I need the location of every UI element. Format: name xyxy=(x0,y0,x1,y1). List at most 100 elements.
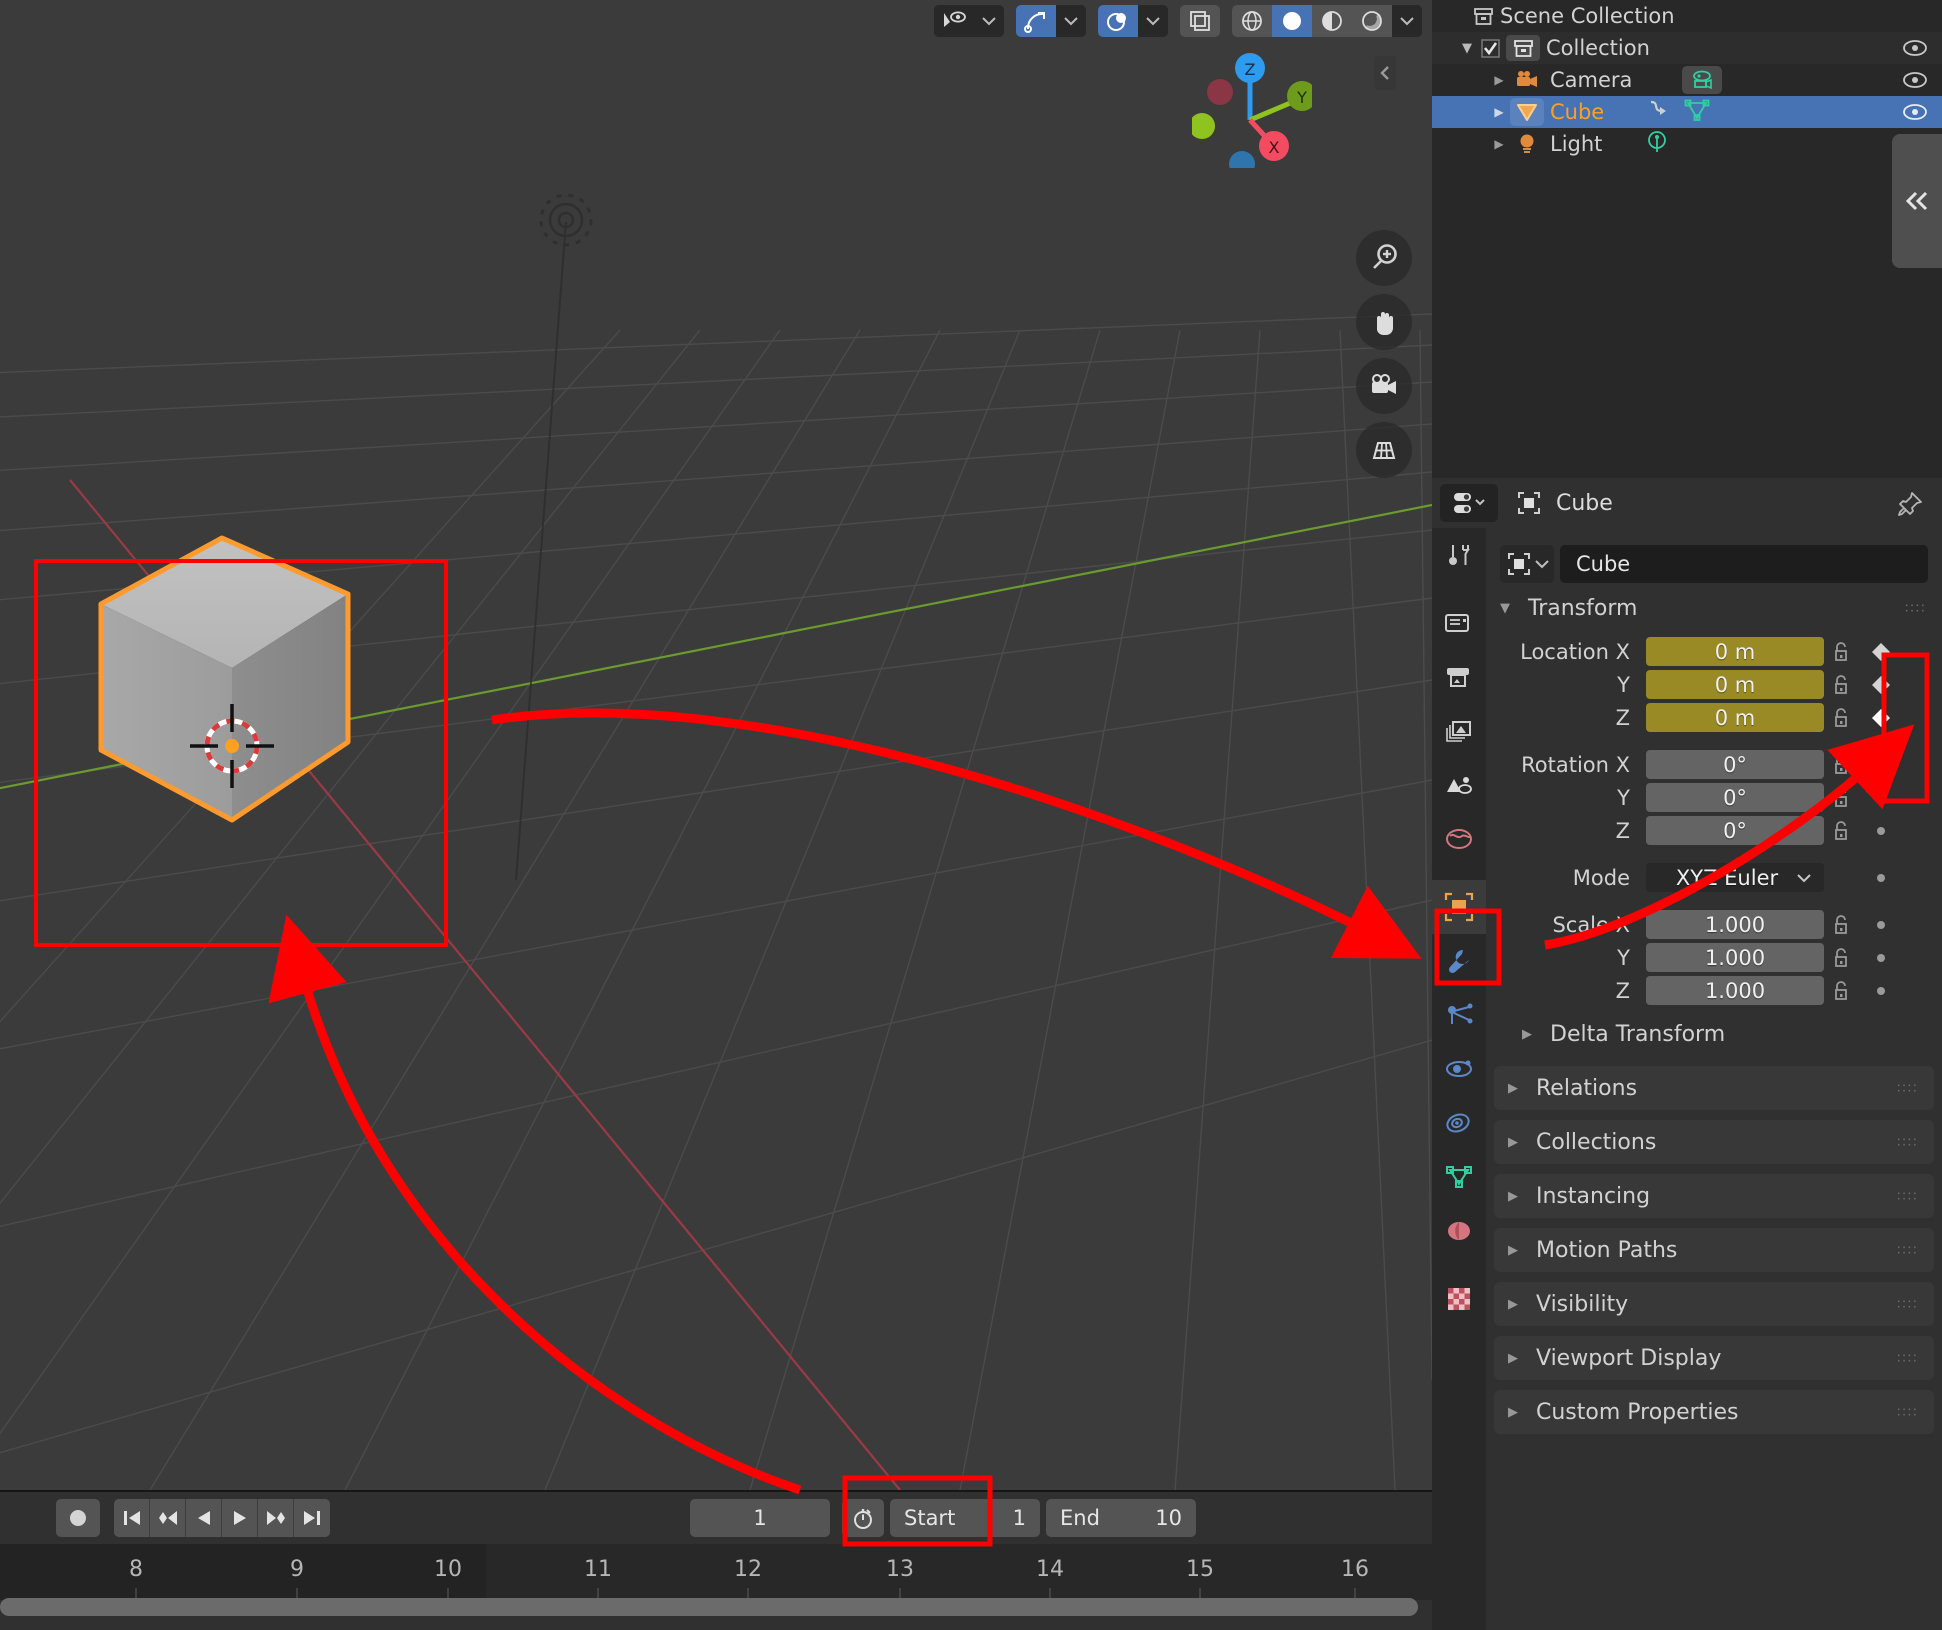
material-tab[interactable] xyxy=(1432,1204,1486,1258)
disclosure-triangle-icon[interactable]: ▶ xyxy=(1488,105,1510,119)
shading-wireframe-icon[interactable] xyxy=(1232,5,1272,37)
panel-header-transform[interactable]: ▼ Transform :::: xyxy=(1486,586,1942,630)
playback-transport[interactable] xyxy=(114,1499,330,1537)
lock-open-icon[interactable] xyxy=(1824,820,1860,842)
viewport-sidebar-toggle[interactable] xyxy=(1374,56,1396,90)
panel-header-collections[interactable]: ▶ Collections :::: xyxy=(1494,1120,1934,1164)
field-value-rotation-y[interactable]: 0° xyxy=(1646,783,1824,812)
field-row-scale-z[interactable]: Z 1.000 xyxy=(1486,975,1942,1006)
field-row-rotation-x[interactable]: Rotation X 0° xyxy=(1486,749,1942,780)
disclosure-triangle-icon[interactable]: ▶ xyxy=(1508,1243,1526,1258)
scene-tab[interactable] xyxy=(1432,758,1486,812)
outliner-row-camera[interactable]: ▶ Camera xyxy=(1432,64,1942,96)
visibility-group[interactable] xyxy=(934,5,1004,37)
output-tab[interactable] xyxy=(1432,650,1486,704)
disclosure-triangle-icon[interactable]: ▶ xyxy=(1508,1351,1526,1366)
jump-to-end-icon[interactable] xyxy=(294,1499,330,1537)
mesh-data-icon[interactable] xyxy=(1684,99,1710,126)
field-row-location-x[interactable]: Location X 0 m xyxy=(1486,636,1942,667)
pin-icon[interactable] xyxy=(1896,490,1924,522)
object-visibility-icon[interactable] xyxy=(934,5,974,37)
keyframe-diamond-icon[interactable] xyxy=(1860,641,1902,663)
keyframe-dot-icon[interactable] xyxy=(1860,791,1902,805)
hand-pan-icon[interactable] xyxy=(1356,294,1412,350)
eye-icon[interactable] xyxy=(1902,64,1928,96)
timeline-scrollbar[interactable] xyxy=(0,1598,1418,1616)
disclosure-triangle-icon[interactable]: ▶ xyxy=(1508,1405,1526,1420)
outliner-row-scene-collection[interactable]: Scene Collection xyxy=(1432,0,1942,32)
panel-header-relations[interactable]: ▶ Relations :::: xyxy=(1494,1066,1934,1110)
xray-group[interactable] xyxy=(1180,5,1220,37)
modifier-icon[interactable] xyxy=(1646,99,1672,126)
editor-type-selector[interactable] xyxy=(1440,484,1498,522)
object-constraints-tab[interactable] xyxy=(1432,1096,1486,1150)
chevron-down-icon[interactable] xyxy=(1056,5,1086,37)
toggle-orthographic-icon[interactable] xyxy=(1356,422,1412,478)
timeline-ruler[interactable]: 8 9 10 11 12 13 14 15 16 xyxy=(0,1544,1432,1600)
chevron-down-icon[interactable] xyxy=(1392,5,1422,37)
world-tab[interactable] xyxy=(1432,812,1486,866)
field-row-rotation-z[interactable]: Z 0° xyxy=(1486,815,1942,846)
properties-editor[interactable]: Cube Cube ▼ Transform:::: Location X 0 … xyxy=(1432,478,1942,1630)
keyframe-diamond-icon[interactable] xyxy=(1860,674,1902,696)
object-data-tab[interactable] xyxy=(1432,1150,1486,1204)
collection-checkbox[interactable] xyxy=(1478,38,1502,58)
keyframe-diamond-icon[interactable] xyxy=(1860,707,1902,729)
lock-open-icon[interactable] xyxy=(1824,980,1860,1002)
lock-open-icon[interactable] xyxy=(1824,707,1860,729)
field-value-rotation-x[interactable]: 0° xyxy=(1646,750,1824,779)
disclosure-triangle-icon[interactable]: ▶ xyxy=(1508,1297,1526,1312)
jump-to-start-icon[interactable] xyxy=(114,1499,150,1537)
tool-tab[interactable] xyxy=(1432,528,1486,582)
lock-open-icon[interactable] xyxy=(1824,787,1860,809)
chevron-down-icon[interactable] xyxy=(1138,5,1168,37)
chevron-down-icon[interactable] xyxy=(974,5,1004,37)
outliner-row-collection[interactable]: ▼ Collection xyxy=(1432,32,1942,64)
snap-magnet-icon[interactable] xyxy=(1016,5,1056,37)
viewport-nav-tools[interactable] xyxy=(1356,230,1418,486)
3d-viewport[interactable]: Z Y X xyxy=(0,0,1432,1490)
rotation-mode-dropdown[interactable]: XYZ Euler xyxy=(1646,863,1824,892)
keyframe-dot-icon[interactable] xyxy=(1860,918,1902,932)
panel-header-motion-paths[interactable]: ▶ Motion Paths :::: xyxy=(1494,1228,1934,1272)
outliner-row-light[interactable]: ▶ Light xyxy=(1432,128,1942,160)
camera-view-icon[interactable] xyxy=(1356,358,1412,414)
panel-header-custom-properties[interactable]: ▶ Custom Properties :::: xyxy=(1494,1390,1934,1434)
properties-body[interactable]: Cube ▼ Transform :::: Location X 0 m Y 0… xyxy=(1486,528,1942,1630)
panel-header-visibility[interactable]: ▶ Visibility :::: xyxy=(1494,1282,1934,1326)
field-row-rotation-y[interactable]: Y 0° xyxy=(1486,782,1942,813)
stopwatch-icon[interactable] xyxy=(842,1499,884,1537)
panel-header-viewport-display[interactable]: ▶ Viewport Display :::: xyxy=(1494,1336,1934,1380)
disclosure-triangle-icon[interactable]: ▶ xyxy=(1508,1189,1526,1204)
viewport-header[interactable] xyxy=(0,0,1432,42)
shading-solid-icon[interactable] xyxy=(1272,5,1312,37)
frame-start-field[interactable]: Start 1 xyxy=(890,1499,1040,1537)
jump-to-next-keyframe-icon[interactable] xyxy=(258,1499,294,1537)
disclosure-triangle-icon[interactable]: ▶ xyxy=(1522,1027,1540,1042)
play-icon[interactable] xyxy=(222,1499,258,1537)
timeline-editor[interactable]: 1 Start 1 End 10 8 9 10 11 12 13 14 15 1… xyxy=(0,1490,1432,1630)
field-row-location-z[interactable]: Z 0 m xyxy=(1486,702,1942,733)
field-row-location-y[interactable]: Y 0 m xyxy=(1486,669,1942,700)
zoom-icon[interactable] xyxy=(1356,230,1412,286)
lock-open-icon[interactable] xyxy=(1824,674,1860,696)
transform-fields[interactable]: Location X 0 m Y 0 m Z 0 m Rotation X 0°… xyxy=(1486,630,1942,1012)
shading-group[interactable] xyxy=(1232,5,1422,37)
snapping-group[interactable] xyxy=(1016,5,1086,37)
lock-open-icon[interactable] xyxy=(1824,947,1860,969)
auto-keying-record-button[interactable] xyxy=(56,1499,100,1537)
field-value-rotation-z[interactable]: 0° xyxy=(1646,816,1824,845)
shading-rendered-icon[interactable] xyxy=(1352,5,1392,37)
lock-open-icon[interactable] xyxy=(1824,641,1860,663)
panel-header-delta-transform[interactable]: ▶ Delta Transform xyxy=(1486,1012,1942,1056)
keyframe-dot-icon[interactable] xyxy=(1860,758,1902,772)
field-row-rotation-mode[interactable]: Mode XYZ Euler xyxy=(1486,862,1942,893)
outliner-row-cube[interactable]: ▶ Cube xyxy=(1432,96,1942,128)
current-frame-field[interactable]: 1 xyxy=(690,1499,830,1537)
keyframe-dot-icon[interactable] xyxy=(1860,984,1902,998)
disclosure-triangle-icon[interactable]: ▶ xyxy=(1488,137,1510,151)
frame-end-field[interactable]: End 10 xyxy=(1046,1499,1196,1537)
object-tab[interactable] xyxy=(1432,880,1486,934)
timeline-header[interactable]: 1 Start 1 End 10 xyxy=(0,1492,1432,1544)
field-value-scale-x[interactable]: 1.000 xyxy=(1646,910,1824,939)
